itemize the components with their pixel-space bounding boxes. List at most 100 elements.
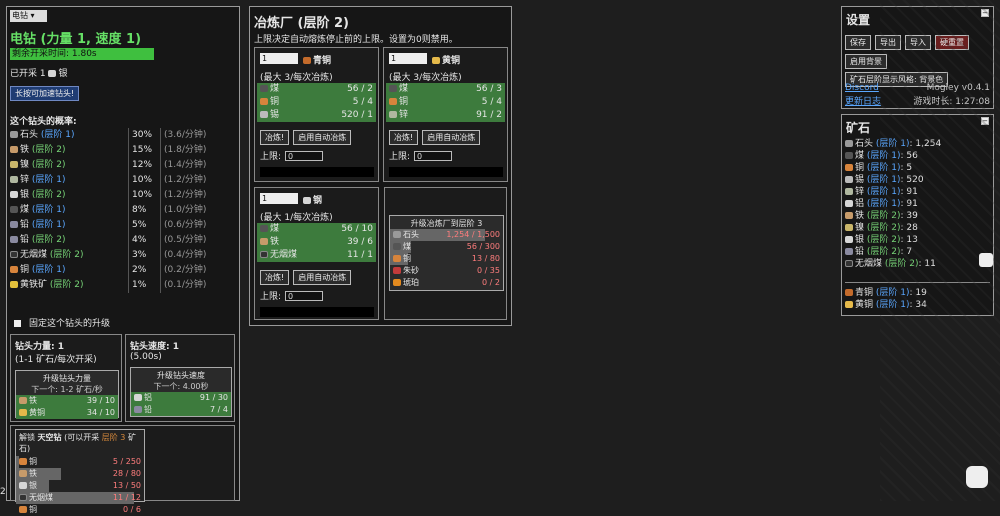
cost-label: 铁 bbox=[19, 469, 37, 478]
lead-icon bbox=[10, 236, 18, 243]
cost-name: 锡 bbox=[270, 110, 280, 120]
changelog-link[interactable]: 更新日志 bbox=[845, 94, 881, 107]
unlock-drill-button[interactable]: 解锁 天空钻 (可以开采 层阶 3 矿石) 铜 5 / 250 铁 28 / 80 银 1… bbox=[15, 429, 145, 514]
cost-label: 铝 bbox=[134, 393, 152, 402]
cost-row: 石头 1,254 / 1,500 bbox=[390, 229, 503, 241]
smelt-max: (最大 3/每次冶炼) bbox=[260, 73, 333, 83]
limit-label: 上限: bbox=[260, 292, 282, 302]
upgrade-speed-button[interactable]: 升级钻头速度 下一个: 4.00秒 铝 91 / 30 铅 7 / 4 bbox=[130, 367, 232, 417]
smelter-unit: 1 黄铜 (最大 3/每次冶炼) 煤 56 / 3 铜 5 / 4 锌 91 / 2 冶炼! 启用自… bbox=[383, 47, 508, 182]
cost-label: 无烟煤 bbox=[260, 250, 297, 260]
bronze-icon bbox=[845, 289, 853, 296]
ghost-icon[interactable] bbox=[966, 466, 988, 488]
discord-link[interactable]: Discord bbox=[845, 83, 879, 93]
ore-tier: (层阶 1) bbox=[31, 220, 66, 230]
lock-upgrades-checkbox[interactable]: 固定这个钻头的升级 bbox=[14, 316, 110, 329]
copper-icon bbox=[845, 164, 853, 171]
cost-label: 朱砂 bbox=[393, 266, 419, 275]
upgrade-power-label: 升级钻头力量 bbox=[43, 374, 91, 383]
probability-ore-name: 铁 (层阶 2) bbox=[10, 143, 66, 158]
probability-table: 石头 (层阶 1) 30% (3.6/分钟) 铁 (层阶 2) 15% (1.8/分钟) 镍… bbox=[10, 128, 232, 293]
settings-button[interactable]: 保存 bbox=[845, 35, 871, 50]
smelt-progress-bar bbox=[260, 167, 374, 177]
smelt-button[interactable]: 冶炼! bbox=[389, 130, 419, 145]
cost-amount: 7 / 4 bbox=[210, 405, 228, 414]
drill-select[interactable]: 电钻 ▾ bbox=[10, 10, 47, 22]
zinc-icon bbox=[845, 188, 853, 195]
copper-icon bbox=[19, 506, 27, 513]
cat-icon[interactable] bbox=[979, 253, 993, 267]
ore-name: 煤 bbox=[20, 205, 30, 215]
background-circuit-decoration bbox=[880, 0, 1000, 501]
smelt-controls: 冶炼! 启用自动冶炼 bbox=[260, 130, 352, 145]
smelt-quantity-input[interactable]: 1 bbox=[260, 53, 298, 64]
silver-icon bbox=[19, 482, 27, 489]
cost-amount: 0 / 6 bbox=[123, 505, 141, 514]
probability-ore-name: 镍 (层阶 2) bbox=[10, 158, 66, 173]
probability-ore-name: 黄铁矿 (层阶 2) bbox=[10, 278, 84, 293]
unlock-costs: 铜5 / 250 铁 28 / 80 银 13 / 50 无烟煤 11 / 12 铜 0 / 6 bbox=[16, 456, 144, 516]
auto-smelt-button[interactable]: 启用自动冶炼 bbox=[422, 130, 481, 145]
brass-icon bbox=[19, 409, 27, 416]
cost-label: 煤 bbox=[389, 84, 408, 94]
upgrade-smelter-button[interactable]: 升级冶炼厂到层阶 3 石头 1,254 / 1,500 煤 56 / 300 铜 13 /… bbox=[389, 215, 504, 291]
auto-smelt-button[interactable]: 启用自动冶炼 bbox=[293, 270, 352, 285]
nickel-icon bbox=[10, 161, 18, 168]
probability-percent: 1% bbox=[128, 278, 146, 293]
cost-name: 黄铜 bbox=[29, 408, 45, 417]
speed-costs: 铝 91 / 30 铅 7 / 4 bbox=[131, 392, 231, 416]
drill-power-title: 钻头力量: 1 bbox=[15, 342, 64, 352]
smelt-product-name: 钢 bbox=[303, 193, 322, 206]
smelt-controls: 冶炼! 启用自动冶炼 bbox=[260, 270, 352, 285]
speedup-drill-button[interactable]: 长按可加速钻头! bbox=[10, 86, 80, 101]
smelt-button[interactable]: 冶炼! bbox=[260, 270, 290, 285]
ore-name: 黄铜 bbox=[855, 300, 874, 310]
corner-digit: 2 bbox=[0, 487, 6, 497]
cost-amount: 56 / 2 bbox=[347, 84, 373, 94]
smelt-quantity-input[interactable]: 1 bbox=[260, 193, 298, 204]
stone-icon bbox=[10, 131, 18, 138]
cost-amount: 5 / 250 bbox=[112, 457, 141, 466]
iron-icon bbox=[19, 397, 27, 404]
smelt-button[interactable]: 冶炼! bbox=[260, 130, 290, 145]
limit-input[interactable]: 0 bbox=[285, 151, 324, 161]
ore-name: 煤 bbox=[855, 151, 865, 161]
checkbox-box[interactable] bbox=[14, 320, 21, 327]
cost-name: 铝 bbox=[144, 393, 152, 402]
probability-rate: (0.1/分钟) bbox=[160, 278, 206, 293]
cost-amount: 91 / 2 bbox=[476, 110, 502, 120]
probability-row: 煤 (层阶 1) 8% (1.0/分钟) bbox=[10, 203, 232, 218]
drill-power-subtitle: (1-1 矿石/每次开采) bbox=[15, 355, 97, 365]
smelt-quantity-input[interactable]: 1 bbox=[389, 53, 427, 64]
ore-tier: (层阶 2) bbox=[31, 145, 66, 155]
limit-input[interactable]: 0 bbox=[414, 151, 453, 161]
cost-name: 煤 bbox=[270, 84, 280, 94]
lead-icon bbox=[134, 406, 142, 413]
cost-name: 琥珀 bbox=[403, 278, 419, 287]
silver-icon bbox=[303, 197, 311, 204]
smelter-description: 上限决定自动熔炼停止前的上限。设置为0则禁用。 bbox=[254, 35, 458, 45]
upgrade-speed-next: 下一个: 4.00秒 bbox=[153, 382, 209, 391]
limit-label: 上限: bbox=[260, 152, 282, 162]
cost-amount: 39 / 10 bbox=[86, 396, 115, 405]
anth-icon bbox=[10, 251, 18, 258]
smelt-product-name: 青铜 bbox=[303, 53, 331, 66]
smelt-ingredients: 煤 56 / 2 铜 5 / 4 锡 520 / 1 bbox=[257, 83, 376, 122]
ore-tier: (层阶 1) bbox=[31, 175, 66, 185]
brass-icon bbox=[432, 57, 440, 64]
ore-name: 无烟煤 bbox=[855, 259, 883, 269]
probability-rate: (0.6/分钟) bbox=[160, 218, 206, 233]
probability-rate: (1.4/分钟) bbox=[160, 158, 206, 173]
smelt-progress-bar bbox=[389, 167, 503, 177]
probability-percent: 12% bbox=[128, 158, 152, 173]
mining-timer-bar: 剩余开采时间: 1.80s bbox=[10, 48, 154, 60]
probability-ore-name: 无烟煤 (层阶 2) bbox=[10, 248, 84, 263]
ore-name: 铅 bbox=[855, 247, 865, 257]
limit-input[interactable]: 0 bbox=[285, 291, 324, 301]
cost-name: 煤 bbox=[399, 84, 409, 94]
silver-icon bbox=[845, 200, 853, 207]
auto-smelt-button[interactable]: 启用自动冶炼 bbox=[293, 130, 352, 145]
ore-name: 铅 bbox=[20, 220, 30, 230]
upgrade-power-button[interactable]: 升级钻头力量 下一个: 1-2 矿石/秒 铁 39 / 10 黄铜 34 / 10 bbox=[15, 370, 119, 419]
probability-percent: 10% bbox=[128, 173, 152, 188]
